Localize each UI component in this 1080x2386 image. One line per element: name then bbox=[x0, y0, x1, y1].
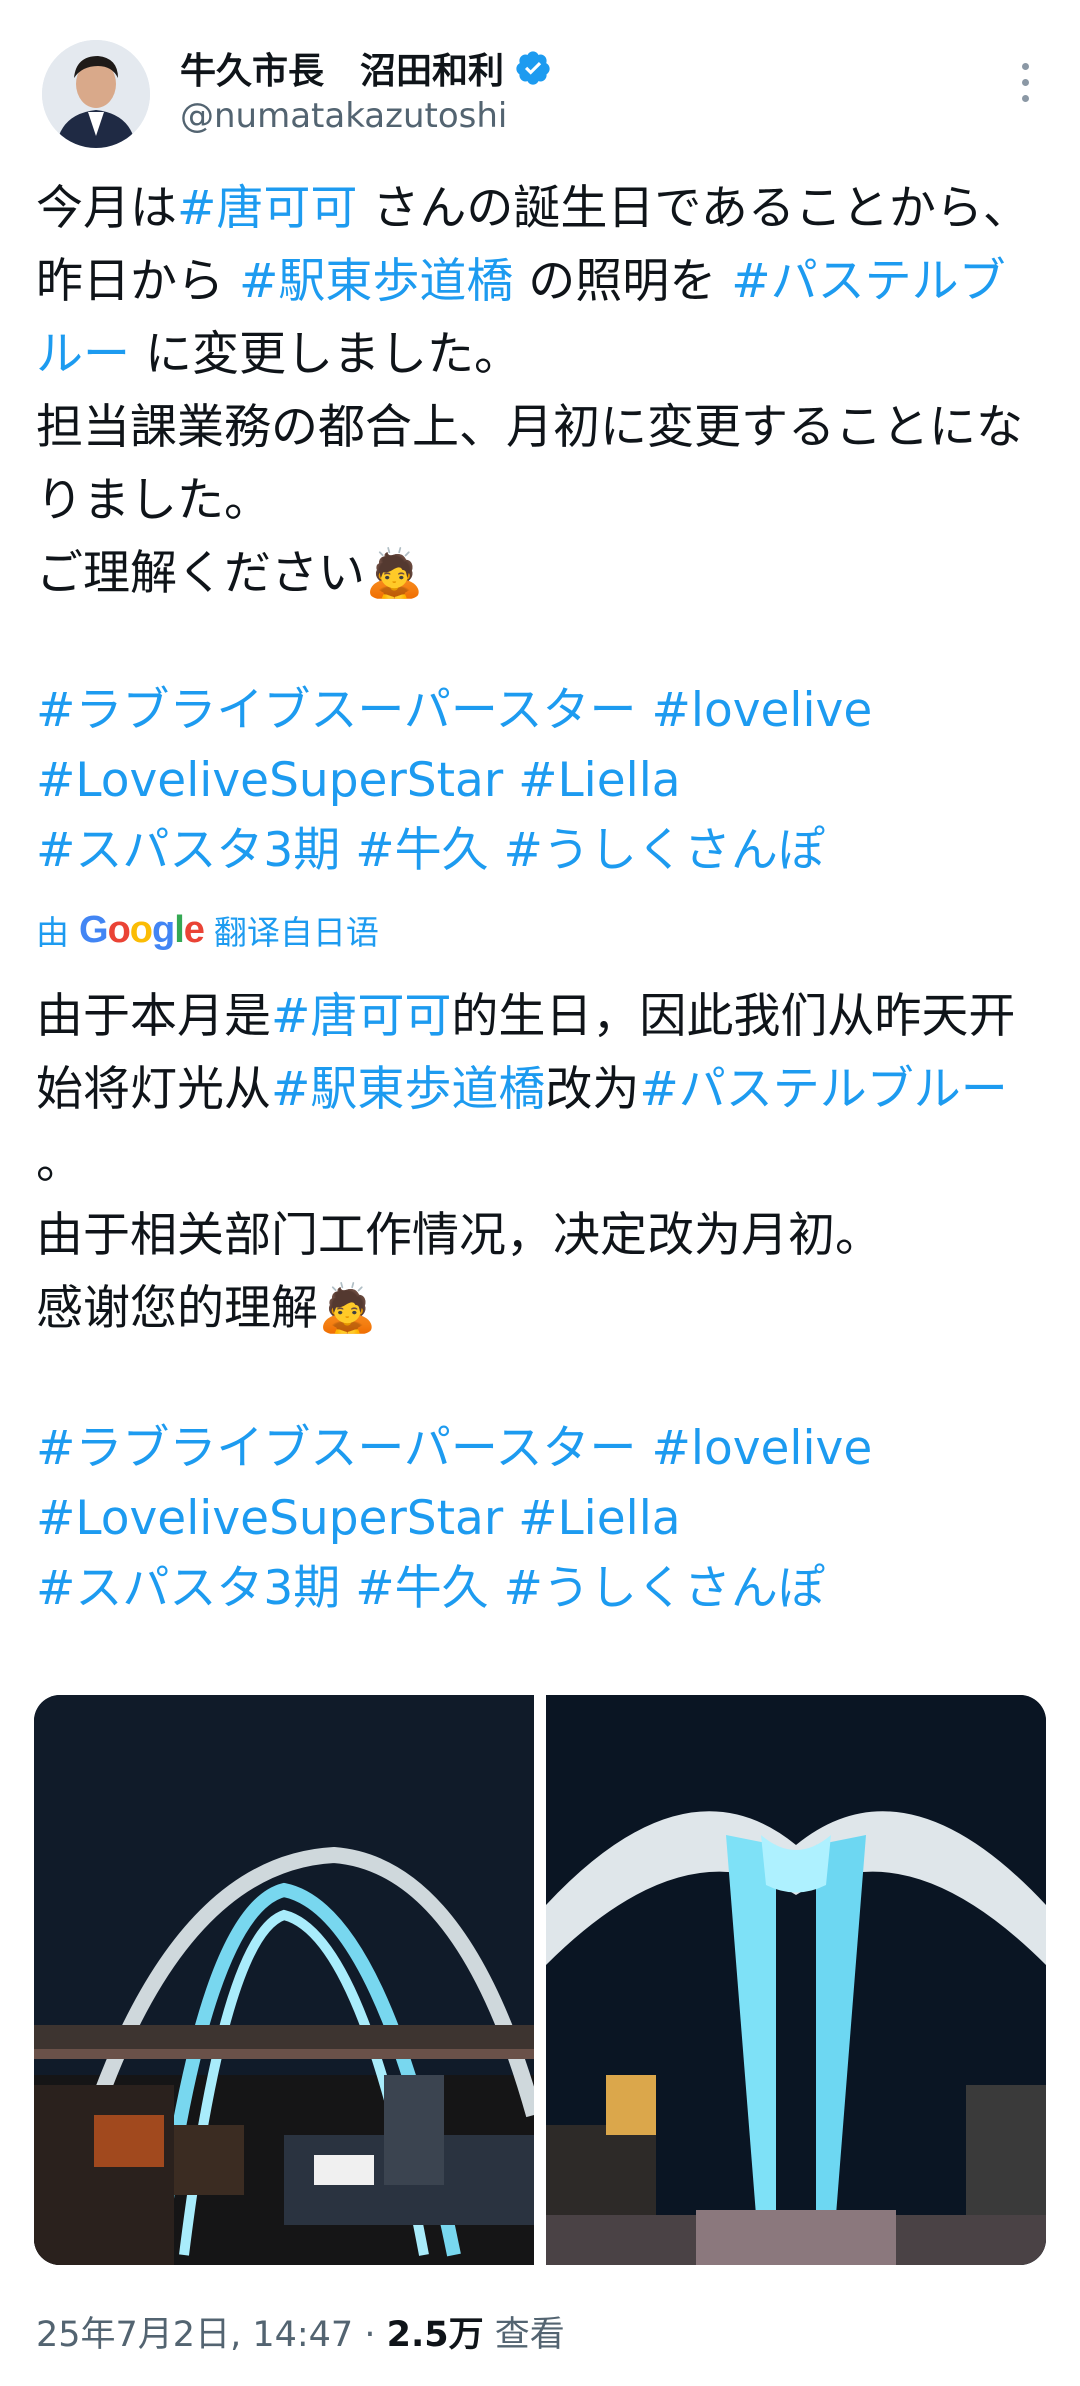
post-header: 牛久市長 沼田和利 @numatakazutoshi bbox=[0, 0, 1080, 170]
hashtag-link[interactable]: #パステルブルー bbox=[639, 1062, 1007, 1117]
hashtag-line[interactable]: #LoveliveSuperStar #Liella bbox=[36, 1484, 1046, 1554]
text-line: 由于相关部门工作情况，决定改为月初。 bbox=[36, 1208, 882, 1263]
text-segment: の照明を bbox=[513, 254, 732, 309]
hashtag-line[interactable]: #スパスタ3期 #牛久 #うしくさんぽ bbox=[36, 1554, 1046, 1624]
more-options-icon[interactable] bbox=[1010, 58, 1040, 118]
meta-separator: · bbox=[353, 2315, 387, 2355]
author-name-text[interactable]: 牛久市長 沼田和利 bbox=[180, 42, 504, 94]
views-count: 2.5万 bbox=[386, 2315, 484, 2355]
author-name[interactable]: 牛久市長 沼田和利 bbox=[180, 42, 552, 94]
translation-suffix: 翻译自日语 bbox=[213, 913, 379, 952]
hashtag-line[interactable]: #スパスタ3期 #牛久 #うしくさんぽ bbox=[36, 816, 1046, 886]
text-segment: 今月は bbox=[36, 181, 177, 236]
hashtag-block-translated: #ラブライブスーパースター #lovelive #LoveliveSuperSt… bbox=[36, 1414, 1046, 1624]
hashtag-block: #ラブライブスーパースター #lovelive #LoveliveSuperSt… bbox=[36, 676, 1046, 886]
verified-badge-icon bbox=[516, 51, 550, 85]
google-logo: Google bbox=[79, 908, 205, 951]
text-segment: 改为 bbox=[545, 1062, 640, 1117]
translated-text: 由于本月是#唐可可的生日，因此我们从昨天开始将灯光从#駅東歩道橋改为#パステルブ… bbox=[36, 980, 1046, 1345]
avatar[interactable] bbox=[42, 40, 150, 148]
text-segment: 。 bbox=[36, 1135, 83, 1190]
text-line: 担当課業務の都合上、月初に変更することになりました。 bbox=[36, 400, 1023, 528]
translation-prefix: 由 bbox=[36, 913, 69, 952]
text-segment: 由于本月是 bbox=[36, 989, 271, 1044]
views-label: 查看 bbox=[483, 2315, 565, 2355]
hashtag-link[interactable]: #唐可可 bbox=[177, 181, 357, 236]
media-grid bbox=[34, 1695, 1046, 2265]
text-line: ご理解ください🙇 bbox=[36, 546, 424, 601]
hashtag-line[interactable]: #ラブライブスーパースター #lovelive bbox=[36, 1414, 1046, 1484]
photo-bridge-arch[interactable] bbox=[34, 1695, 534, 2265]
hashtag-line[interactable]: #ラブライブスーパースター #lovelive bbox=[36, 676, 1046, 746]
post-meta: 25年7月2日, 14:47 · 2.5万 查看 bbox=[36, 2306, 565, 2357]
photo-bridge-underside[interactable] bbox=[546, 1695, 1046, 2265]
timestamp[interactable]: 25年7月2日, 14:47 bbox=[36, 2315, 353, 2355]
translation-label[interactable]: 由 Google 翻译自日语 bbox=[36, 906, 379, 954]
author-handle[interactable]: @numatakazutoshi bbox=[180, 96, 507, 136]
text-line: 感谢您的理解🙇 bbox=[36, 1281, 377, 1336]
hashtag-line[interactable]: #LoveliveSuperStar #Liella bbox=[36, 746, 1046, 816]
hashtag-link[interactable]: #駅東歩道橋 bbox=[239, 254, 513, 309]
hashtag-link[interactable]: #駅東歩道橋 bbox=[271, 1062, 545, 1117]
hashtag-link[interactable]: #唐可可 bbox=[271, 989, 451, 1044]
text-segment: に変更しました。 bbox=[130, 327, 521, 382]
post-text: 今月は#唐可可 さんの誕生日であることから、昨日から #駅東歩道橋 の照明を #… bbox=[36, 172, 1046, 610]
